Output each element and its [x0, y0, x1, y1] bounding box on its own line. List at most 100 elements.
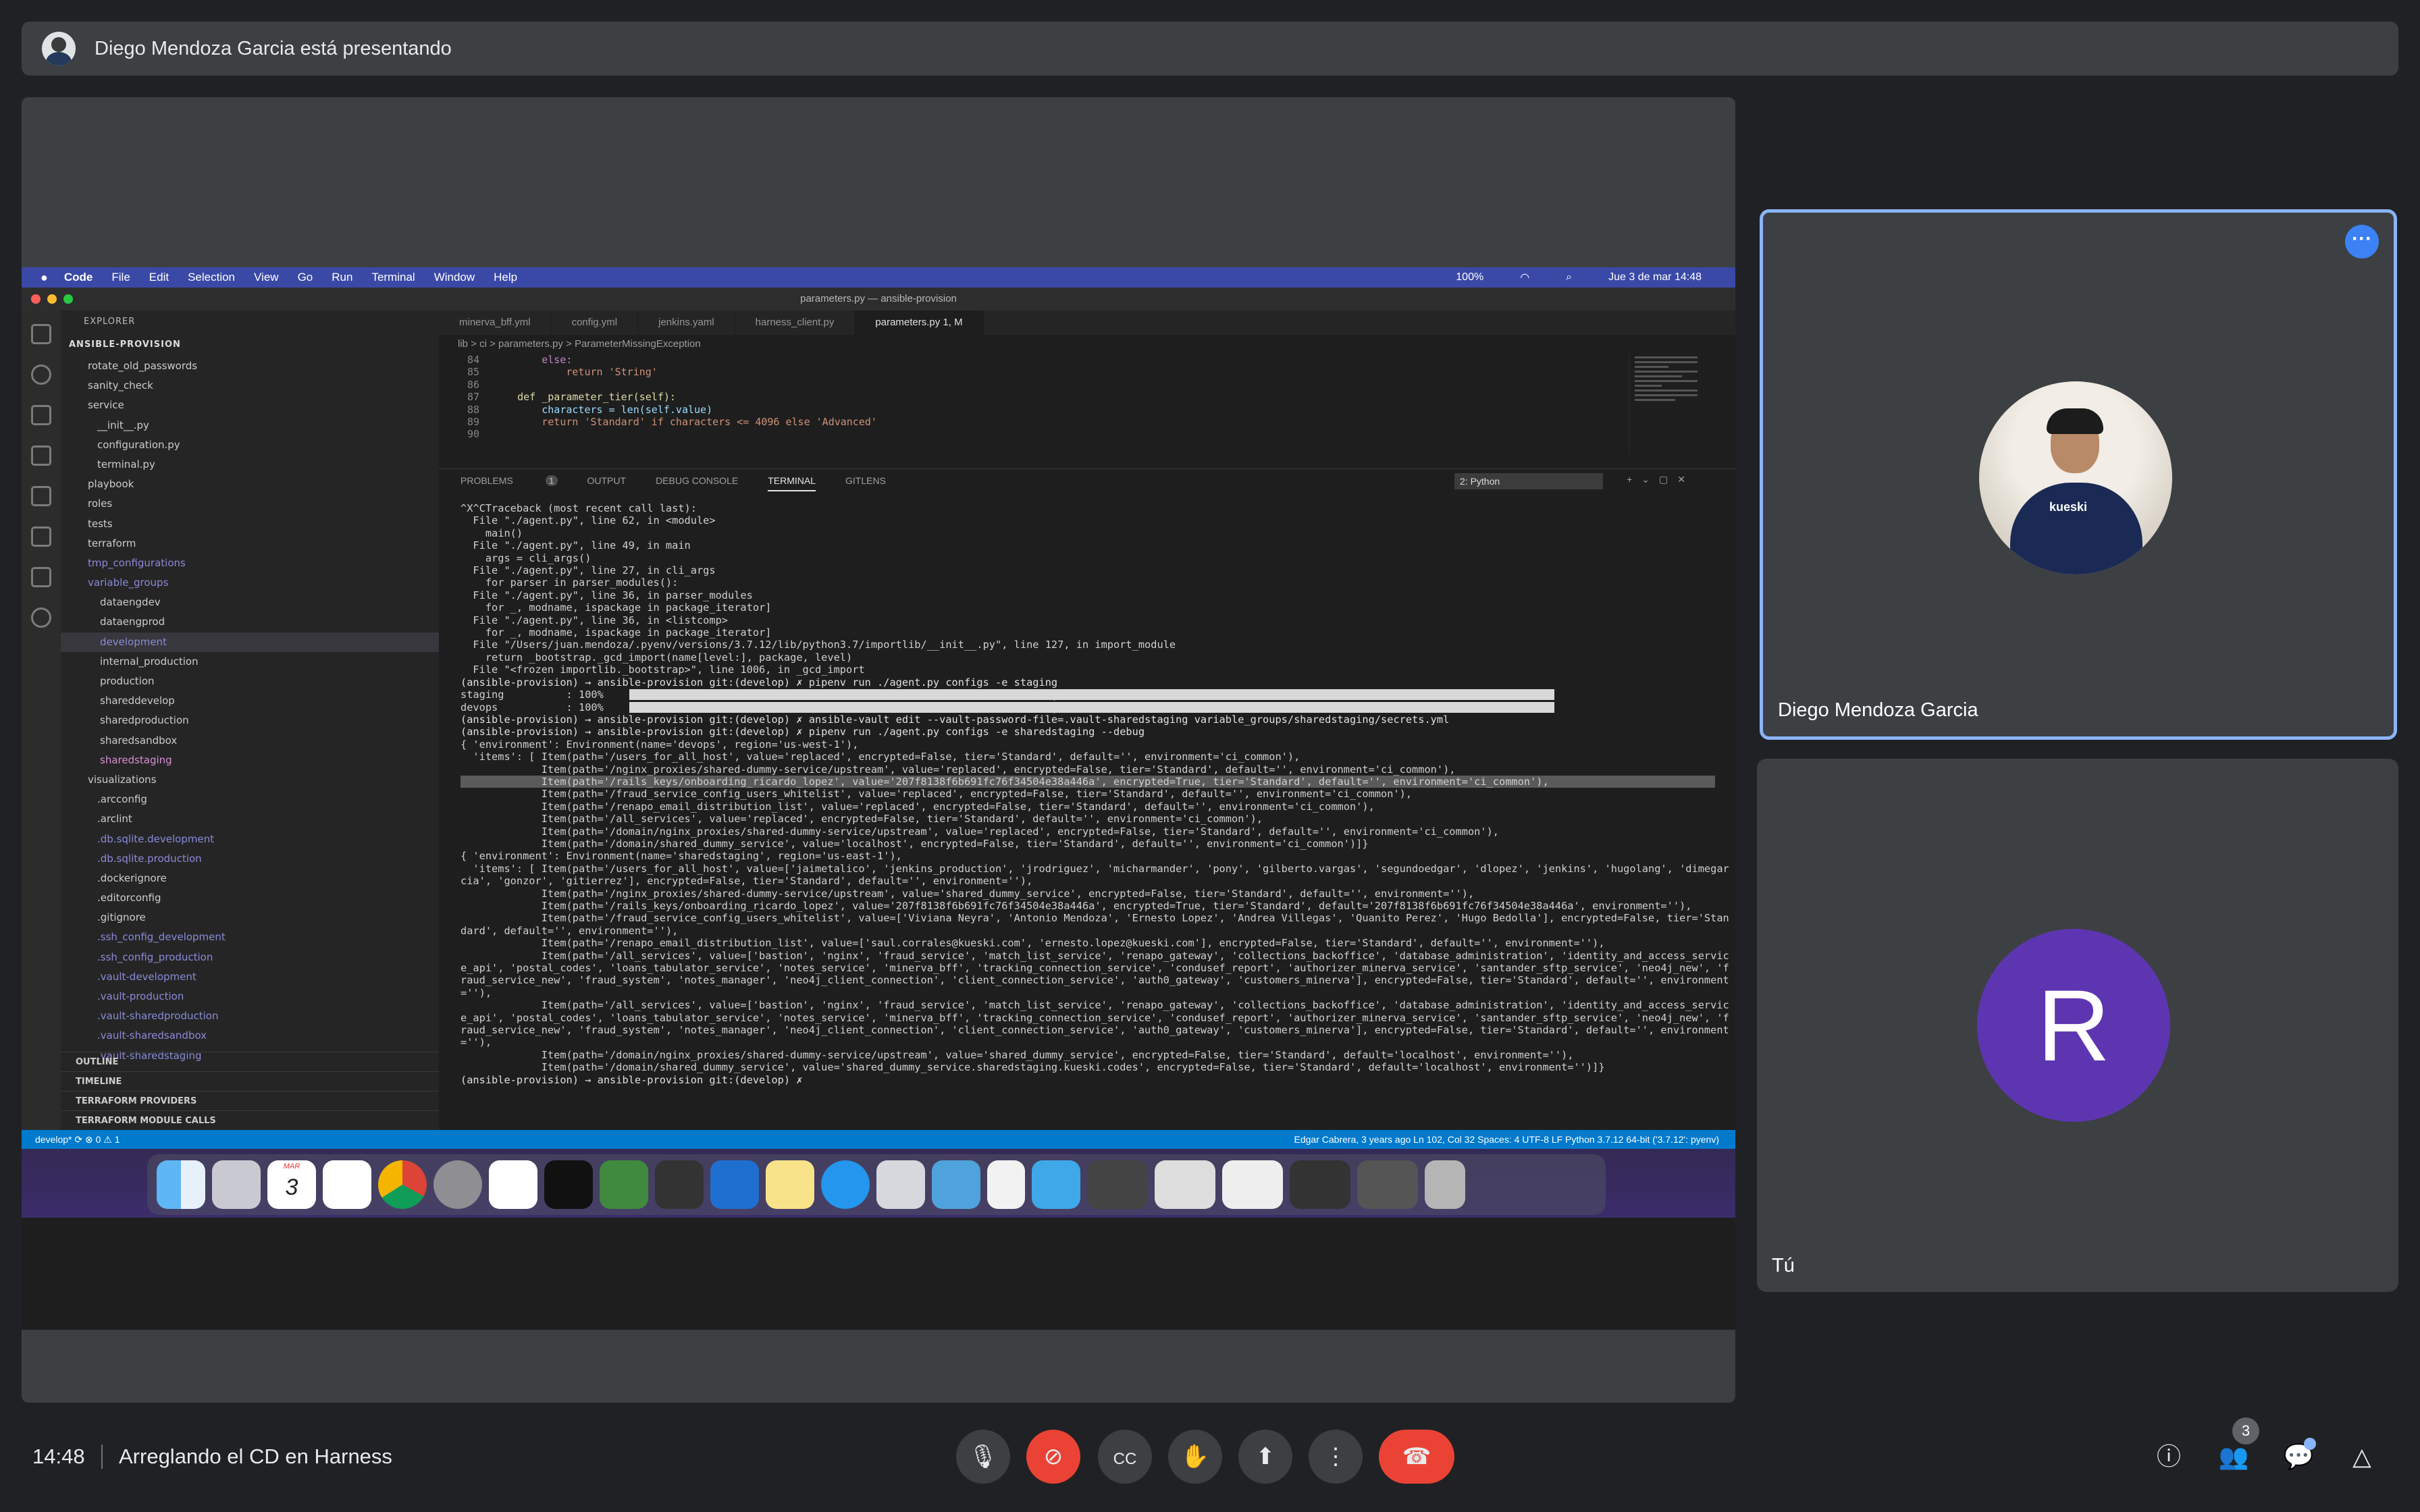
window-thumbnail-icon: [1357, 1160, 1418, 1209]
outline-section: OUTLINE: [61, 1052, 439, 1071]
captions-icon: CC: [1113, 1450, 1137, 1468]
vscode-titlebar: parameters.py — ansible-provision: [22, 288, 1735, 310]
tree-item[interactable]: roles: [61, 494, 439, 514]
tree-item[interactable]: development: [61, 632, 439, 652]
terminal-line: (ansible-provision) → ansible-provision …: [461, 726, 1145, 738]
tree-item[interactable]: __init__.py: [61, 416, 439, 435]
tree-item[interactable]: configuration.py: [61, 435, 439, 455]
tree-item[interactable]: shareddevelop: [61, 691, 439, 711]
line-number: 88: [467, 403, 479, 416]
captions-button[interactable]: CC: [1098, 1430, 1152, 1484]
tree-item[interactable]: .db.sqlite.development: [61, 830, 439, 849]
leave-call-button[interactable]: ☎: [1379, 1430, 1454, 1484]
code-line: 84 else:: [439, 354, 1735, 366]
panel-tab-terminal: TERMINAL: [768, 475, 816, 491]
tree-item[interactable]: visualizations: [61, 770, 439, 790]
present-button[interactable]: ⬆: [1238, 1430, 1292, 1484]
battery-text: 100%: [1456, 271, 1484, 283]
people-count-badge: 3: [2232, 1418, 2259, 1444]
numbers-icon: [323, 1160, 371, 1209]
raise-hand-button[interactable]: ✋: [1168, 1430, 1222, 1484]
tree-item[interactable]: production: [61, 672, 439, 691]
panel-tab-problems: PROBLEMS 1: [461, 475, 558, 486]
terminal-line: cia', 'gonzor', 'gitierrez'], encrypted=…: [461, 875, 1033, 888]
tree-item[interactable]: sanity_check: [61, 376, 439, 396]
participant-name: Diego Mendoza Garcia: [1778, 699, 1978, 721]
activities-icon[interactable]: △: [2343, 1438, 2381, 1476]
window-title: parameters.py — ansible-provision: [800, 293, 957, 304]
terminal-line: e_api', 'postal_codes', 'loans_tabulator…: [461, 1011, 1729, 1024]
tree-item[interactable]: dataengprod: [61, 612, 439, 632]
tree-item[interactable]: tests: [61, 514, 439, 534]
more-options-button[interactable]: ⋮: [1309, 1430, 1363, 1484]
info-icon[interactable]: ⓘ: [2150, 1438, 2188, 1476]
tree-item[interactable]: .vault-development: [61, 967, 439, 987]
terraform-providers-section: TERRAFORM PROVIDERS: [61, 1091, 439, 1110]
tree-item[interactable]: .arclint: [61, 809, 439, 829]
present-icon: ⬆: [1255, 1444, 1275, 1469]
tree-item[interactable]: .vault-production: [61, 987, 439, 1006]
tree-item[interactable]: .vault-sharedsandbox: [61, 1026, 439, 1046]
line-number: 90: [467, 428, 479, 441]
sublime-icon: [655, 1160, 704, 1209]
terminal-line: for _, modname, ispackage in package_ite…: [461, 601, 772, 614]
terminal-line: =''),: [461, 986, 492, 999]
window-controls: [31, 294, 73, 304]
tree-item[interactable]: .vault-sharedproduction: [61, 1006, 439, 1026]
tree-item[interactable]: .gitignore: [61, 908, 439, 927]
tree-item[interactable]: service: [61, 396, 439, 415]
tree-item[interactable]: sharedstaging: [61, 751, 439, 770]
tree-item[interactable]: .ssh_config_development: [61, 927, 439, 947]
scissors-icon: [600, 1160, 648, 1209]
tree-item[interactable]: .editorconfig: [61, 888, 439, 908]
terminal-line: staging : 100% | 3/3 [00:00<00:00, 6.98i…: [461, 688, 1715, 701]
code-text: characters = len(self.value): [493, 403, 713, 416]
tree-item[interactable]: variable_groups: [61, 573, 439, 593]
meeting-title: Arreglando el CD en Harness: [119, 1444, 392, 1468]
code-text: else:: [493, 354, 573, 366]
notes-icon: [766, 1160, 814, 1209]
calendar-month: MAR: [283, 1162, 300, 1170]
tree-item[interactable]: rotate_old_passwords: [61, 356, 439, 376]
menu-selection: Selection: [188, 271, 236, 284]
progress-bar: [629, 689, 1554, 701]
activity-bar: [22, 310, 61, 1130]
breadcrumb: lib > ci > parameters.py > ParameterMiss…: [458, 338, 701, 350]
terminal-line: dard', default='', environment=''),: [461, 924, 679, 937]
participant-tile-self[interactable]: R Tú: [1757, 759, 2398, 1292]
tree-item[interactable]: terraform: [61, 534, 439, 554]
file-tree: rotate_old_passwords sanity_check service _…: [61, 356, 439, 1066]
tree-item[interactable]: .arcconfig: [61, 790, 439, 809]
code-text: return 'Standard' if characters <= 4096 …: [493, 416, 877, 429]
tree-item[interactable]: playbook: [61, 475, 439, 494]
tree-item[interactable]: dataengdev: [61, 593, 439, 612]
line-number: 84: [467, 354, 479, 366]
menu-window: Window: [433, 271, 475, 284]
tree-item[interactable]: tmp_configurations: [61, 554, 439, 573]
editor-tabs: minerva_bff.yml config.yml jenkins.yaml …: [439, 310, 1735, 335]
panel-actions-icon: +⌄▢✕: [1627, 474, 1695, 485]
tree-item[interactable]: .ssh_config_production: [61, 948, 439, 967]
microphone-button[interactable]: 🎙: [956, 1430, 1010, 1484]
tree-item[interactable]: sharedsandbox: [61, 731, 439, 751]
tree-item[interactable]: terminal.py: [61, 455, 439, 475]
participant-tile-presenter[interactable]: ··· kueski Diego Mendoza Garcia: [1760, 209, 2397, 740]
line-number: 89: [467, 416, 479, 429]
participant-photo: kueski: [1979, 381, 2172, 574]
files-icon: [31, 324, 51, 344]
testing-icon: [31, 526, 51, 547]
terminal-line: raud_service_new', 'fraud_system', 'note…: [461, 1024, 1729, 1037]
tree-item[interactable]: .db.sqlite.production: [61, 849, 439, 869]
terminal-line: Item(path='/renapo_email_distribution_li…: [461, 800, 1375, 813]
tree-item[interactable]: .dockerignore: [61, 869, 439, 888]
more-options-icon[interactable]: ···: [2345, 225, 2379, 259]
docker-icon: [31, 567, 51, 587]
camera-off-button[interactable]: ⊘: [1026, 1430, 1080, 1484]
terminal-output: ^X^CTraceback (most recent call last): F…: [439, 497, 1735, 1130]
terminal-line: File "./agent.py", line 62, in <module>: [461, 514, 716, 527]
code-line: 86: [439, 379, 1735, 391]
tree-item[interactable]: sharedproduction: [61, 711, 439, 730]
terminal-line: 'items': [ Item(path='/users_for_all_hos…: [461, 751, 1300, 763]
terminal-line: File "./agent.py", line 27, in cli_args: [461, 564, 716, 577]
tree-item[interactable]: internal_production: [61, 652, 439, 672]
